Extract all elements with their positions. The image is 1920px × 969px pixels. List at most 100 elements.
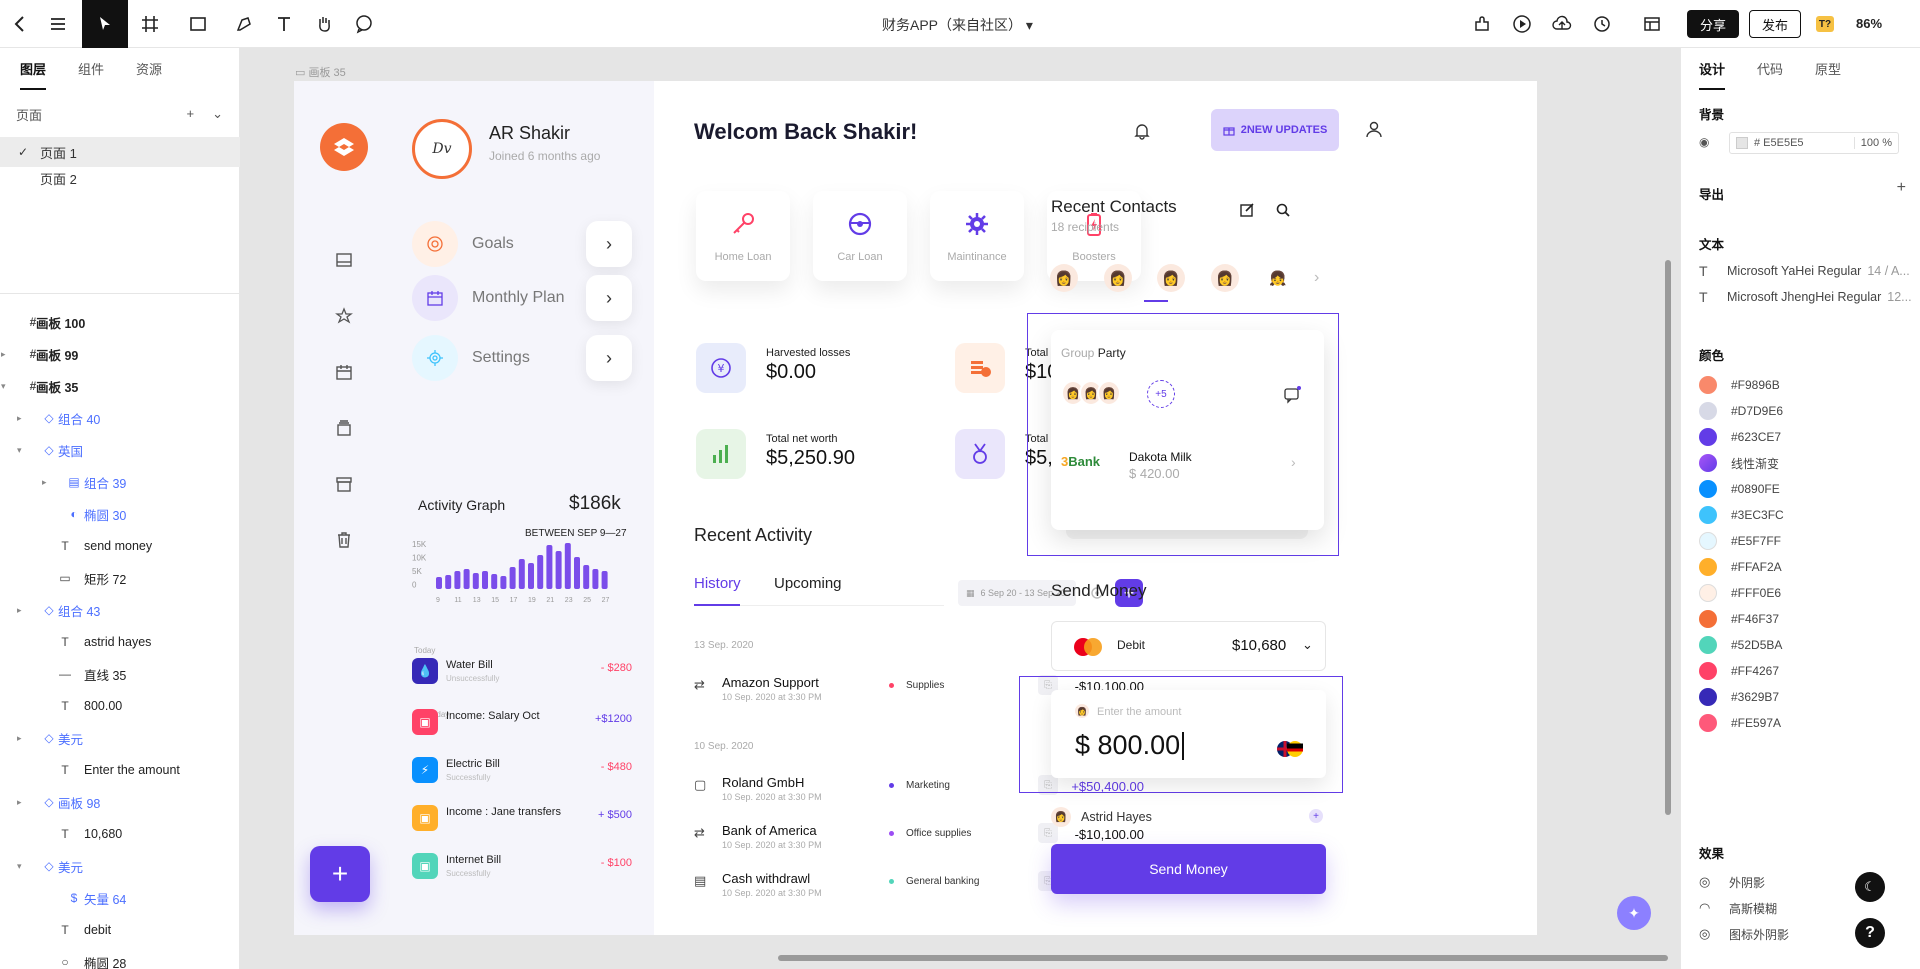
frame-tool-icon[interactable] <box>138 12 162 36</box>
color-style-item[interactable]: #F9896B <box>1699 374 1780 396</box>
tab-code[interactable]: 代码 <box>1757 59 1783 78</box>
chat-icon[interactable] <box>1283 386 1301 404</box>
amount-input[interactable]: 👩 Enter the amount $ 800.00 <box>1051 690 1326 778</box>
artboard-35[interactable]: + Dv AR Shakir Joined 6 months ago Goals… <box>294 81 1537 935</box>
tab-design[interactable]: 设计 <box>1699 59 1726 90</box>
layer-item[interactable]: ▭ 矩形 72 <box>0 562 240 594</box>
color-style-item[interactable]: #3629B7 <box>1699 686 1779 708</box>
app-logo[interactable] <box>320 123 368 171</box>
color-style-item[interactable]: #52D5BA <box>1699 634 1782 656</box>
group-card[interactable]: Group Party 👩 👩 👩 +5 3Bank Dakota Milk $… <box>1051 330 1324 530</box>
chevron-right-icon[interactable]: › <box>1291 454 1296 470</box>
debit-account-select[interactable]: Debit $10,680 ⌄ <box>1051 621 1326 671</box>
layer-item[interactable]: ◐ 椭圆 30 <box>0 498 240 530</box>
contact-avatar[interactable]: 👩 <box>1211 264 1239 292</box>
back-icon[interactable] <box>8 12 32 36</box>
updates-button[interactable]: 2NEW UPDATES <box>1211 109 1339 151</box>
service-card-maintinance[interactable]: Maintinance <box>930 191 1024 281</box>
plan-badge[interactable]: T? <box>1816 16 1834 32</box>
transaction-row[interactable]: ▣ Income : Jane transfers + $500 <box>412 803 632 833</box>
wallet-icon[interactable] <box>334 250 354 270</box>
more-members-badge[interactable]: +5 <box>1147 380 1175 408</box>
background-color-input[interactable]: # E5E5E5 100 % <box>1729 132 1899 154</box>
help-icon[interactable]: ? <box>1855 918 1885 948</box>
layer-item[interactable]: — 直线 35 <box>0 658 240 690</box>
layer-item[interactable]: ▸ # 画板 99 <box>0 338 240 370</box>
horizontal-scrollbar[interactable] <box>778 955 1668 961</box>
color-style-item[interactable]: #623CE7 <box>1699 426 1781 448</box>
layer-item[interactable]: ▾ ◇ 英国 <box>0 434 240 466</box>
layer-item[interactable]: Tdebit <box>0 914 240 946</box>
archive-icon[interactable] <box>334 474 354 494</box>
layer-item[interactable]: Tsend money <box>0 530 240 562</box>
font-style-item[interactable]: T Microsoft JhengHei Regular 12... <box>1699 286 1914 308</box>
service-card-car-loan[interactable]: Car Loan <box>813 191 907 281</box>
tab-prototype[interactable]: 原型 <box>1815 59 1841 78</box>
color-swatch[interactable] <box>1736 137 1748 149</box>
contact-avatar[interactable]: 👩 <box>1157 264 1185 292</box>
calendar-icon[interactable] <box>334 362 354 382</box>
plugin-icon[interactable] <box>1470 12 1494 36</box>
currency-flags-icon[interactable] <box>1276 740 1304 758</box>
document-title[interactable]: 财务APP（来自社区） ▾ <box>882 15 1033 35</box>
chevron-right-icon[interactable]: › <box>586 275 632 321</box>
send-money-button[interactable]: Send Money <box>1051 844 1326 894</box>
user-icon[interactable] <box>1364 119 1384 139</box>
layer-item[interactable]: ▸ ◇ 画板 98 <box>0 786 240 818</box>
menu-item-goals[interactable]: Goals › <box>412 221 632 267</box>
assistant-icon[interactable]: ✦ <box>1617 896 1651 930</box>
effect-style-item[interactable]: ◎ 外阴影 <box>1699 871 1765 893</box>
page-item-2[interactable]: 页面 2 <box>0 163 240 193</box>
color-style-item[interactable]: #FE597A <box>1699 712 1781 734</box>
layout-icon[interactable] <box>1640 12 1664 36</box>
layer-item[interactable]: T 800.00 <box>0 690 240 722</box>
chevron-right-icon[interactable]: ▸ <box>17 797 22 808</box>
search-icon[interactable] <box>1275 202 1291 218</box>
chevron-right-icon[interactable]: ▸ <box>42 477 47 488</box>
artboard-label[interactable]: ▭ 画板 35 <box>295 64 346 80</box>
effect-style-item[interactable]: ◎ 图标外阴影 <box>1699 923 1789 945</box>
edit-icon[interactable] <box>1239 202 1255 218</box>
layers-icon[interactable] <box>334 418 354 438</box>
layer-item[interactable]: ○ 椭圆 28 <box>0 946 240 969</box>
color-style-item[interactable]: #E5F7FF <box>1699 530 1781 552</box>
zoom-level[interactable]: 86% <box>1856 16 1882 31</box>
publish-button[interactable]: 发布 <box>1749 10 1801 38</box>
layer-item[interactable]: ▸ ◇ 美元 <box>0 722 240 754</box>
tab-upcoming[interactable]: Upcoming <box>774 575 842 592</box>
chevron-right-icon[interactable]: ▸ <box>17 605 22 616</box>
chevron-right-icon[interactable]: › <box>586 221 632 267</box>
color-style-item[interactable]: #FFF0E6 <box>1699 582 1781 604</box>
dark-mode-icon[interactable]: ☾ <box>1855 872 1885 902</box>
trash-icon[interactable] <box>334 530 354 550</box>
background-opacity[interactable]: 100 % <box>1853 137 1898 149</box>
layer-item[interactable]: ▾ ◇ 美元 <box>0 850 240 882</box>
tab-layers[interactable]: 图层 <box>20 59 47 90</box>
effect-style-item[interactable]: ◠ 高斯模糊 <box>1699 897 1777 919</box>
menu-item-monthly-plan[interactable]: Monthly Plan › <box>412 275 632 321</box>
tab-assets[interactable]: 资源 <box>136 59 162 78</box>
eye-icon[interactable]: ◉ <box>1699 135 1715 151</box>
color-style-item[interactable]: #D7D9E6 <box>1699 400 1783 422</box>
color-style-item[interactable]: 线性渐变 <box>1699 452 1779 474</box>
layer-item[interactable]: ▾ # 画板 35 <box>0 370 240 402</box>
transaction-row[interactable]: ▣ Internet Bill Successfully - $100 <box>412 851 632 881</box>
chevron-down-icon[interactable]: ▾ <box>17 861 22 872</box>
contact-avatar[interactable]: 👩 <box>1104 264 1132 292</box>
menu-icon[interactable] <box>46 12 70 36</box>
color-style-item[interactable]: #FF4267 <box>1699 660 1779 682</box>
move-tool-button[interactable] <box>82 0 128 48</box>
recipient-row[interactable]: 👩 Astrid Hayes + <box>1051 807 1326 833</box>
font-style-item[interactable]: T Microsoft YaHei Regular 14 / A... <box>1699 260 1914 282</box>
chevron-right-icon[interactable]: › <box>586 335 632 381</box>
text-tool-icon[interactable] <box>272 12 296 36</box>
upload-cloud-icon[interactable] <box>1550 12 1574 36</box>
add-page-icon[interactable]: + <box>187 106 195 122</box>
rectangle-tool-icon[interactable] <box>186 12 210 36</box>
history-icon[interactable] <box>1590 12 1614 36</box>
layer-item[interactable]: ▸ ▤ 组合 39 <box>0 466 240 498</box>
comment-tool-icon[interactable] <box>352 12 376 36</box>
chevron-right-icon[interactable]: ▸ <box>17 733 22 744</box>
service-card-home-loan[interactable]: Home Loan <box>696 191 790 281</box>
add-recipient-icon[interactable]: + <box>1309 809 1323 823</box>
